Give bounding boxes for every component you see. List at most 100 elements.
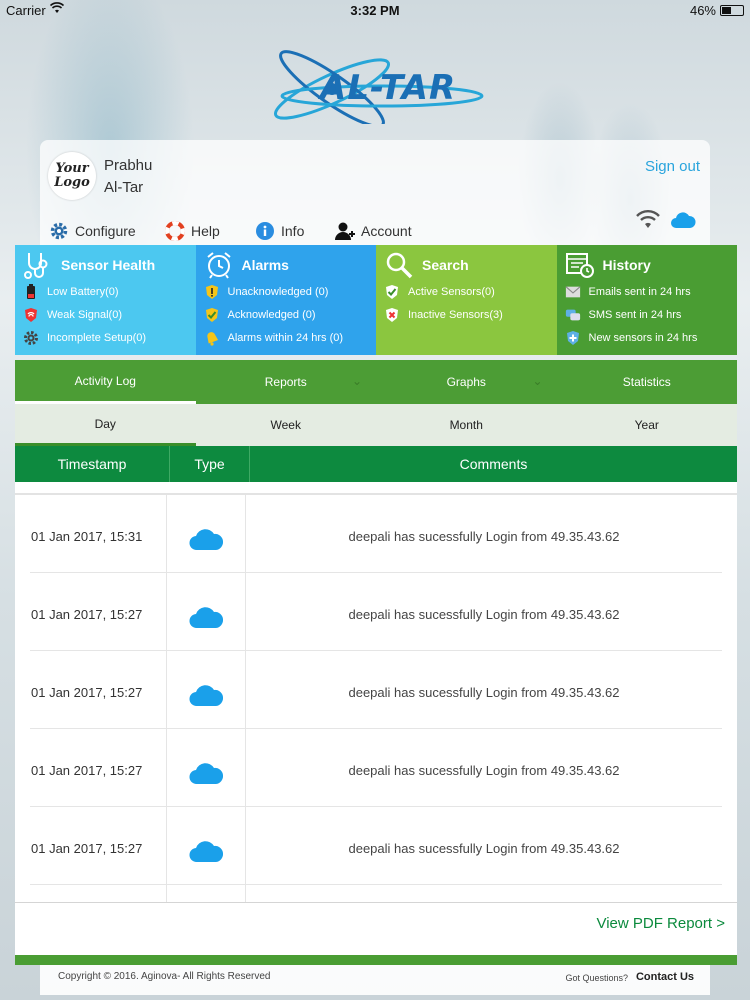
acknowledged-item[interactable]: Acknowledged (0) <box>204 307 369 323</box>
period-year[interactable]: Year <box>557 404 738 446</box>
row-comment: deepali has sucessfully Login from 49.35… <box>348 685 620 700</box>
emails-sent-item[interactable]: Emails sent in 24 hrs <box>565 284 730 300</box>
nav-info-label: Info <box>281 223 305 239</box>
row-comment: deepali has sucessfully Login from 49.35… <box>348 763 620 778</box>
chevron-down-icon: ⌄ <box>532 374 543 388</box>
pdf-divider <box>15 902 737 903</box>
tab-statistics-label: Statistics <box>622 375 671 389</box>
period-week-label: Week <box>270 418 301 432</box>
unacknowledged-label: Unacknowledged (0) <box>227 286 329 298</box>
row-timestamp: 01 Jan 2017, 15:27 <box>30 573 167 650</box>
warning-shield-icon <box>204 284 220 300</box>
search-panel[interactable]: Search Active Sensors(0) Inactive Sensor… <box>376 245 557 355</box>
nav-help-label: Help <box>191 223 220 239</box>
inactive-sensors-item[interactable]: Inactive Sensors(3) <box>384 307 549 323</box>
calendar-clock-icon <box>565 251 595 279</box>
battery-low-icon <box>23 284 39 300</box>
tab-graphs[interactable]: Graphs ⌄ <box>376 360 557 404</box>
battery-icon <box>720 5 744 16</box>
table-row[interactable]: 01 Jan 2017, 15:31 deepali has sucessful… <box>30 495 722 573</box>
low-battery-item[interactable]: Low Battery(0) <box>23 284 188 300</box>
cloud-icon <box>167 807 246 884</box>
period-tabs: Day Week Month Year <box>15 404 737 446</box>
got-questions-label: Got Questions? <box>565 973 628 983</box>
chevron-down-icon: ⌄ <box>351 374 362 388</box>
table-row[interactable]: 01 Jan 2017, 15:27 deepali has sucessful… <box>30 729 722 807</box>
nav-account[interactable]: Account <box>334 220 412 242</box>
table-row-partial <box>30 885 722 902</box>
header-card: Your Logo Prabhu Al-Tar Sign out Configu… <box>40 140 710 245</box>
period-day-label: Day <box>94 416 116 431</box>
bell-icon <box>204 330 220 346</box>
tab-reports[interactable]: Reports ⌄ <box>196 360 377 404</box>
cloud-icon <box>167 729 246 806</box>
row-comment: deepali has sucessfully Login from 49.35… <box>348 841 620 856</box>
alarms-24h-item[interactable]: Alarms within 24 hrs (0) <box>204 330 369 346</box>
header-type-label: Type <box>194 456 225 472</box>
stethoscope-icon <box>23 251 53 279</box>
tab-graphs-label: Graphs <box>446 375 486 389</box>
sign-out-link[interactable]: Sign out <box>645 158 700 175</box>
table-top-divider <box>15 482 737 495</box>
period-day[interactable]: Day <box>15 404 196 446</box>
alarms-24h-label: Alarms within 24 hrs (0) <box>227 332 344 344</box>
active-sensors-item[interactable]: Active Sensors(0) <box>384 284 549 300</box>
table-row[interactable]: 01 Jan 2017, 15:27 deepali has sucessful… <box>30 573 722 651</box>
nav-configure[interactable]: Configure <box>48 220 136 242</box>
sms-sent-item[interactable]: SMS sent in 24 hrs <box>565 307 730 323</box>
clock: 3:32 PM <box>350 3 400 18</box>
battery-fill <box>722 7 732 14</box>
weak-signal-label: Weak Signal(0) <box>47 309 122 321</box>
nav-info[interactable]: Info <box>254 220 304 242</box>
row-comment-empty <box>246 885 722 902</box>
weak-signal-item[interactable]: Weak Signal(0) <box>23 307 188 323</box>
header-comments-label: Comments <box>459 456 528 472</box>
incomplete-setup-item[interactable]: Incomplete Setup(0) <box>23 330 188 346</box>
active-check-icon <box>384 284 400 300</box>
view-pdf-report-link[interactable]: View PDF Report > <box>596 915 725 932</box>
header-timestamp[interactable]: Timestamp <box>15 446 170 482</box>
info-icon <box>254 220 276 242</box>
row-timestamp: 01 Jan 2017, 15:31 <box>30 495 167 572</box>
tab-activity-log-label: Activity Log <box>74 373 136 388</box>
sensor-health-panel[interactable]: Sensor Health Low Battery(0) Weak Signal… <box>15 245 196 355</box>
row-timestamp: 01 Jan 2017, 15:27 <box>30 729 167 806</box>
company-logo-line2: Logo <box>54 175 90 190</box>
acknowledged-label: Acknowledged (0) <box>227 309 316 321</box>
contact-us-link[interactable]: Contact Us <box>636 971 694 983</box>
wifi-signal-icon <box>636 210 660 235</box>
header-type[interactable]: Type <box>170 446 250 482</box>
weak-signal-icon <box>23 307 39 323</box>
battery-percent: 46% <box>689 3 716 18</box>
period-month[interactable]: Month <box>376 404 557 446</box>
unacknowledged-item[interactable]: Unacknowledged (0) <box>204 284 369 300</box>
tab-activity-log[interactable]: Activity Log <box>15 360 196 404</box>
cloud-status-icon <box>670 210 696 235</box>
company-logo-line1: Your <box>55 161 89 176</box>
row-comment: deepali has sucessfully Login from 49.35… <box>348 607 620 622</box>
row-timestamp-empty <box>30 885 167 902</box>
cloud-icon <box>167 651 246 728</box>
check-shield-icon <box>204 307 220 323</box>
incomplete-setup-label: Incomplete Setup(0) <box>47 332 147 344</box>
table-row[interactable]: 01 Jan 2017, 15:27 deepali has sucessful… <box>30 807 722 885</box>
nav-help[interactable]: Help <box>164 220 220 242</box>
new-sensors-item[interactable]: New sensors in 24 hrs <box>565 330 730 346</box>
search-title: Search <box>422 257 469 273</box>
user-organization: Al-Tar <box>104 179 144 196</box>
history-panel[interactable]: History Emails sent in 24 hrs SMS sent i… <box>556 245 737 355</box>
emails-sent-label: Emails sent in 24 hrs <box>588 286 691 298</box>
active-sensors-label: Active Sensors(0) <box>408 286 495 298</box>
lifebuoy-icon <box>164 220 186 242</box>
row-type-empty <box>167 885 246 902</box>
cloud-icon <box>167 495 246 572</box>
header-comments[interactable]: Comments <box>250 446 737 482</box>
table-row[interactable]: 01 Jan 2017, 15:27 deepali has sucessful… <box>30 651 722 729</box>
period-week[interactable]: Week <box>196 404 377 446</box>
new-sensors-label: New sensors in 24 hrs <box>588 332 698 344</box>
alarms-panel[interactable]: Alarms Unacknowledged (0) Acknowledged (… <box>195 245 376 355</box>
tab-reports-label: Reports <box>264 375 307 389</box>
row-timestamp: 01 Jan 2017, 15:27 <box>30 807 167 884</box>
tab-statistics[interactable]: Statistics <box>557 360 738 404</box>
magnifier-icon <box>384 251 414 279</box>
